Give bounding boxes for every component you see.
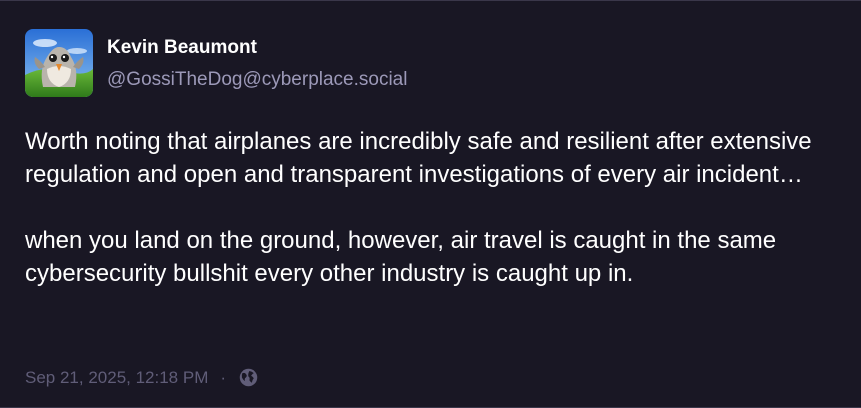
post-content: Worth noting that airplanes are incredib… [25,125,845,290]
porg-avatar-icon [25,29,93,97]
post-card: Kevin Beaumont @GossiTheDog@cyberplace.s… [0,0,861,408]
post-paragraph: when you land on the ground, however, ai… [25,227,777,287]
meta-separator: · [220,367,227,387]
author-avatar[interactable] [25,29,93,97]
author-handle[interactable]: @GossiTheDog@cyberplace.social [107,69,407,91]
globe-icon [238,367,259,388]
post-paragraph: Worth noting that airplanes are incredib… [25,128,812,188]
post-meta: Sep 21, 2025, 12:18 PM · [25,367,259,388]
post-timestamp[interactable]: Sep 21, 2025, 12:18 PM [25,368,208,388]
author-display-name[interactable]: Kevin Beaumont [107,37,257,59]
